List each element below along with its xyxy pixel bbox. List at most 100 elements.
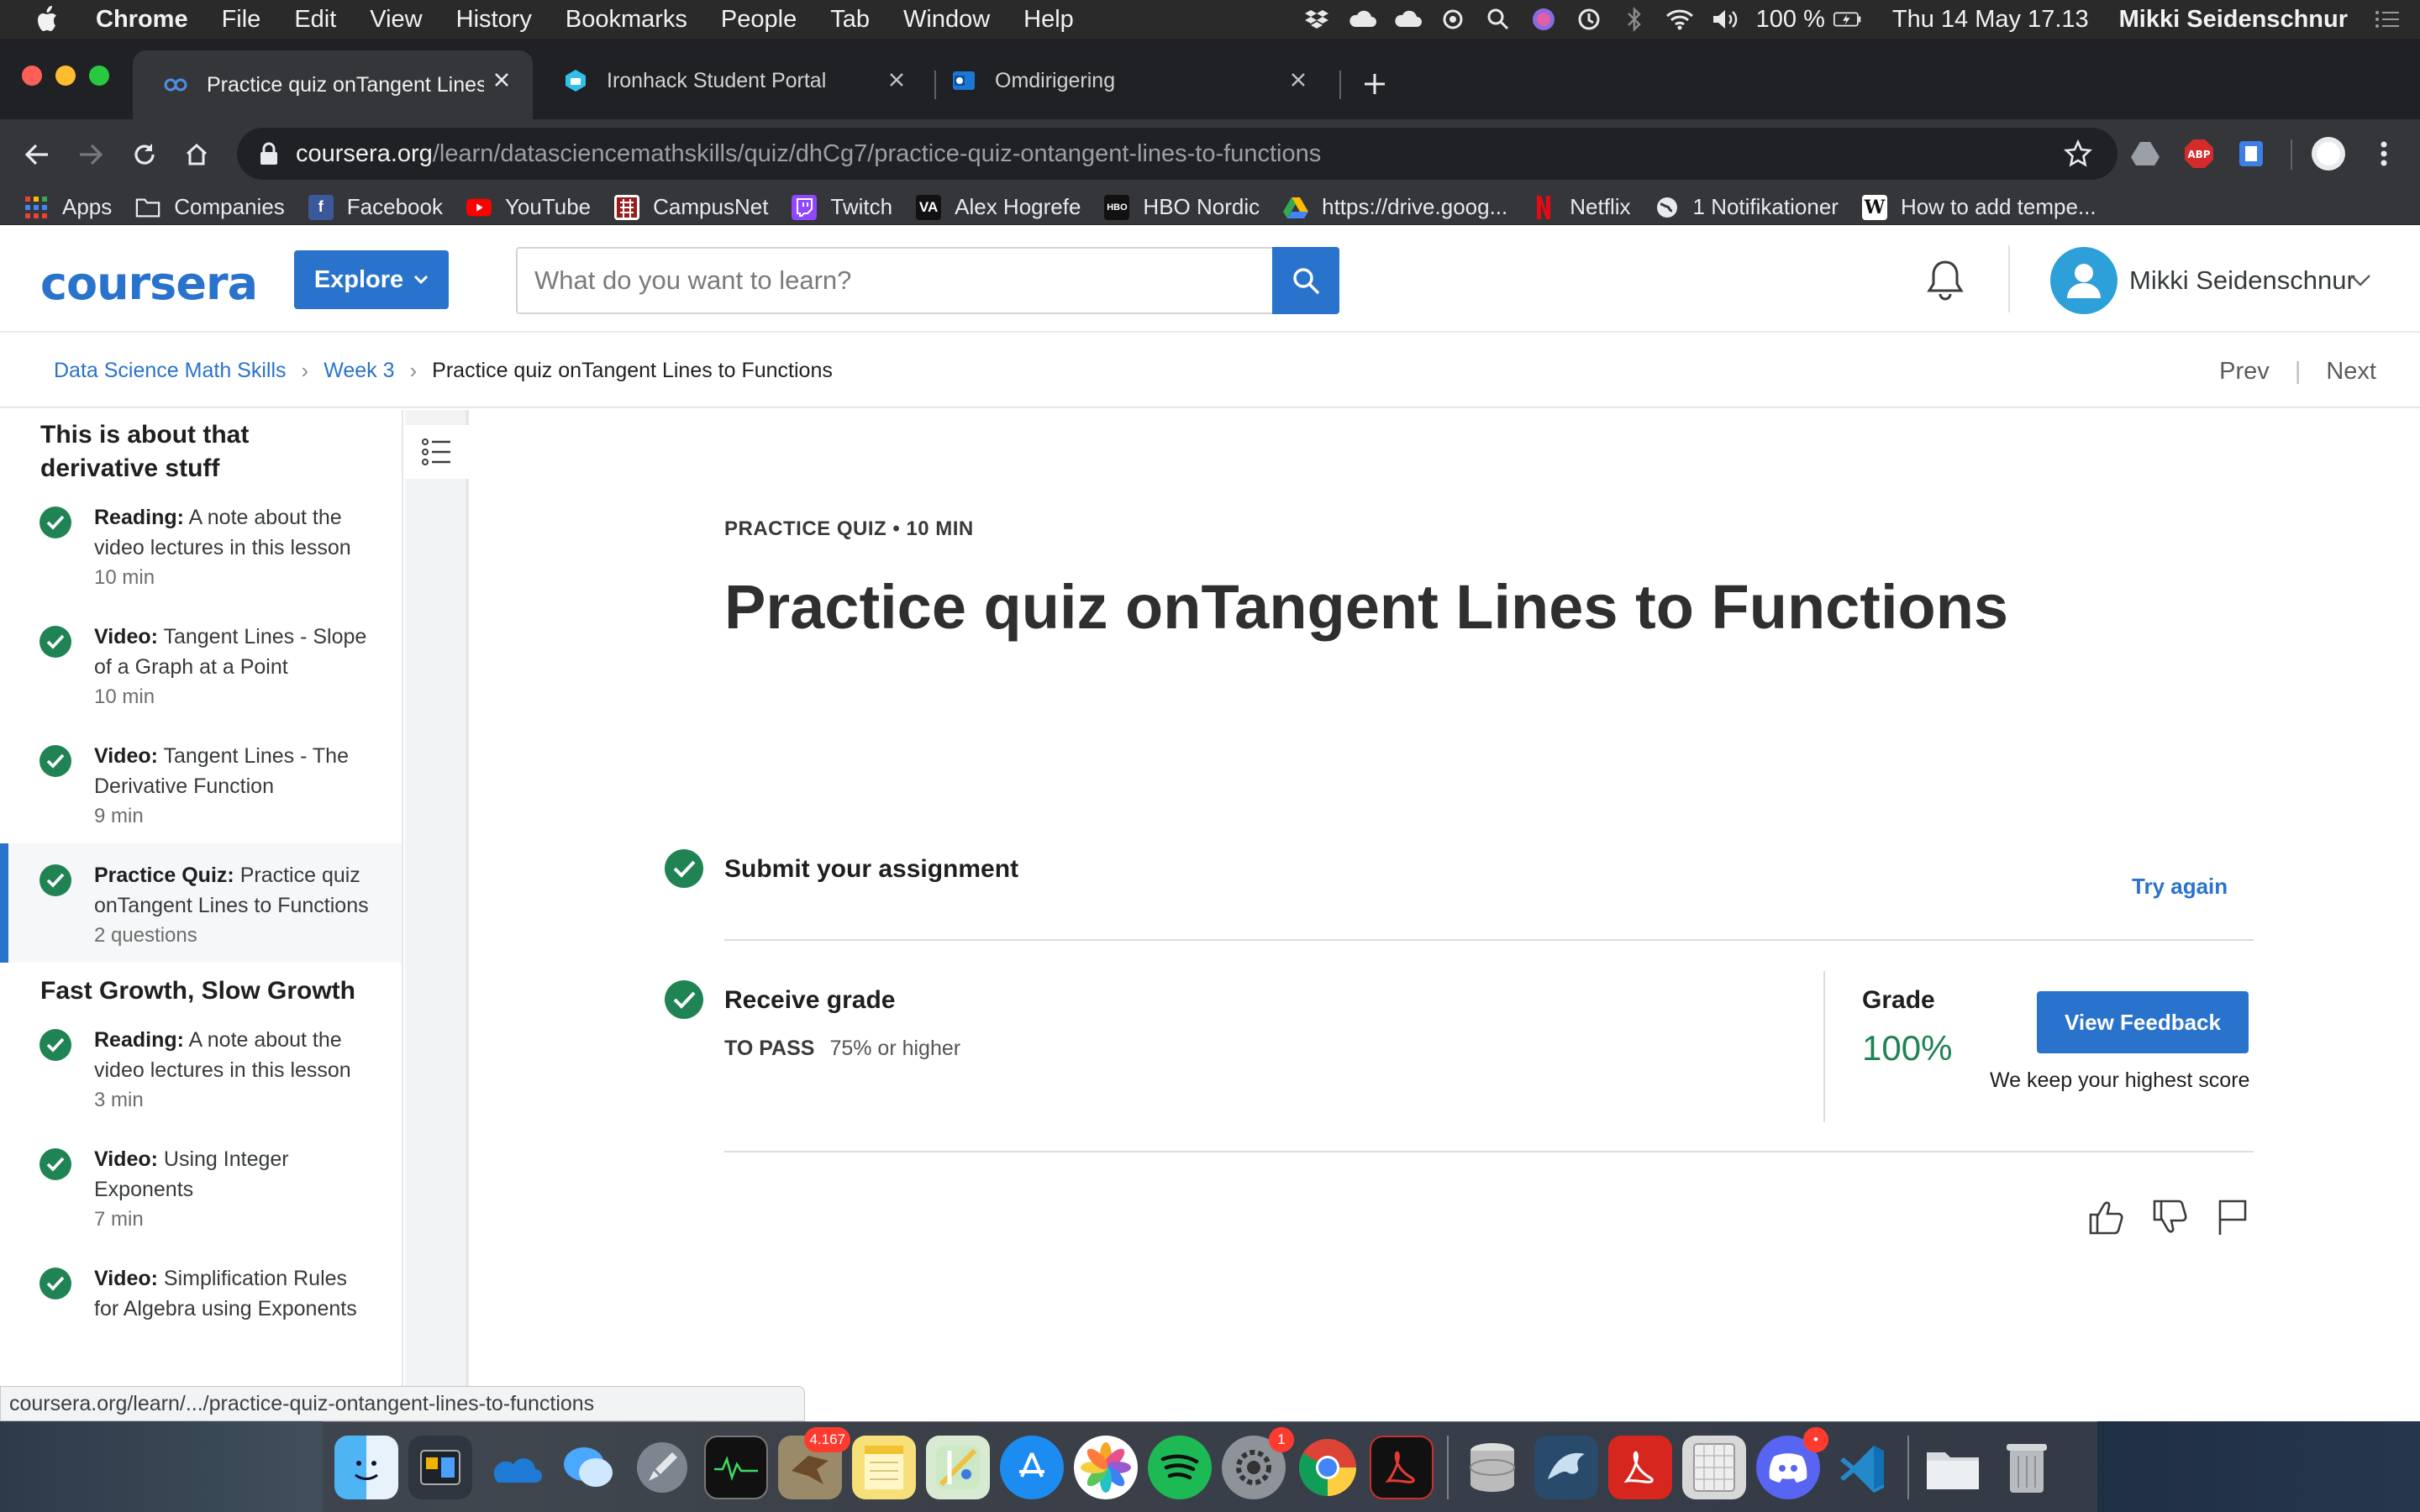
address-bar[interactable]: coursera.org/learn/datasciencemathskills… (237, 128, 2118, 180)
menu-view[interactable]: View (370, 6, 422, 34)
lesson-item[interactable]: Video: Tangent Lines - The Derivative Fu… (0, 724, 402, 843)
window-close-button[interactable] (22, 66, 42, 86)
mysql-workbench-dolphin-icon[interactable] (1534, 1435, 1598, 1499)
downloads-folder-icon[interactable] (1921, 1436, 1985, 1499)
adblock-plus-extension-icon[interactable]: ABP (2181, 136, 2217, 171)
view-feedback-button[interactable]: View Feedback (2037, 991, 2249, 1053)
bookmark-youtube[interactable]: YouTube (466, 194, 591, 220)
reload-icon[interactable] (124, 134, 165, 175)
maps-icon[interactable] (926, 1435, 990, 1499)
breadcrumb-week-link[interactable]: Week 3 (324, 359, 394, 383)
onedrive-cloud-icon[interactable] (1348, 7, 1376, 32)
volume-icon[interactable] (1711, 7, 1739, 32)
bookmark-facebook[interactable]: f Facebook (308, 194, 443, 220)
new-tab-plus-icon[interactable] (1358, 67, 1392, 101)
finder-icon[interactable] (334, 1435, 398, 1499)
lesson-item[interactable]: Reading: A note about the video lectures… (0, 1008, 402, 1127)
tab-omdirigering[interactable]: Omdirigering (934, 50, 1329, 111)
thumbs-up-icon[interactable] (2087, 1198, 2126, 1236)
tab-close-icon[interactable] (489, 67, 514, 92)
bookmark-star-icon[interactable] (2064, 139, 2092, 168)
steelseries-icon[interactable] (1439, 7, 1467, 32)
spotify-icon[interactable] (1148, 1435, 1212, 1499)
calculator-spreadsheet-icon[interactable] (1682, 1435, 1746, 1499)
back-arrow-icon[interactable] (17, 134, 57, 175)
bookmark-hbo-nordic[interactable]: HBO HBO Nordic (1104, 194, 1260, 220)
notes-icon[interactable] (852, 1435, 916, 1499)
spotlight-search-icon[interactable] (1484, 7, 1512, 32)
breadcrumb-course-link[interactable]: Data Science Math Skills (54, 359, 287, 383)
forward-arrow-icon[interactable] (71, 134, 111, 175)
outline-toggle-button[interactable] (405, 425, 469, 479)
menu-app-name[interactable]: Chrome (96, 6, 188, 34)
window-zoom-button[interactable] (89, 66, 109, 86)
next-link[interactable]: Next (2326, 358, 2376, 386)
menu-history[interactable]: History (456, 6, 532, 34)
user-menu-chevron-icon[interactable] (2349, 274, 2371, 287)
try-again-link[interactable]: Try again (2132, 874, 2228, 900)
chrome-menu-kebab-icon[interactable] (2366, 136, 2402, 171)
prev-link[interactable]: Prev (2219, 358, 2270, 386)
lock-icon[interactable] (259, 142, 279, 165)
lesson-item[interactable]: Reading: A note about the video lectures… (0, 486, 402, 605)
bookmark-netflix[interactable]: Netflix (1531, 194, 1631, 220)
flag-icon[interactable] (2213, 1198, 2252, 1236)
photos-icon[interactable] (1074, 1435, 1138, 1499)
chrome-profile-avatar-icon[interactable] (2311, 136, 2346, 171)
explore-button[interactable]: Explore (294, 250, 449, 309)
acrobat-pro-icon[interactable] (1608, 1435, 1672, 1499)
menu-tab[interactable]: Tab (830, 6, 870, 34)
time-machine-icon[interactable] (1575, 7, 1603, 32)
lesson-item[interactable]: Video: Simplification Rules for Algebra … (0, 1247, 402, 1339)
search-input[interactable]: What do you want to learn? (516, 247, 1272, 314)
window-minimize-button[interactable] (55, 66, 76, 86)
google-chrome-icon[interactable] (1296, 1436, 1360, 1499)
tab-close-icon[interactable] (1286, 67, 1311, 92)
trash-icon[interactable] (1995, 1436, 2059, 1499)
lesson-item[interactable]: Video: Using Integer Exponents 7 min (0, 1127, 402, 1247)
bookmark-alex-hogrefe[interactable]: VA Alex Hogrefe (916, 194, 1081, 220)
bluetooth-icon[interactable] (1620, 7, 1649, 32)
google-drive-extension-icon[interactable] (2128, 136, 2163, 171)
menu-bookmarks[interactable]: Bookmarks (566, 6, 687, 34)
bookmark-companies[interactable]: Companies (135, 194, 285, 220)
siri-icon[interactable] (1529, 7, 1558, 32)
bookmark-notifikationer[interactable]: 1 Notifikationer (1655, 194, 1839, 220)
reader-extension-icon[interactable] (2233, 136, 2269, 171)
tab-close-icon[interactable] (884, 67, 909, 92)
dropbox-icon[interactable] (1302, 7, 1331, 32)
app-store-icon[interactable] (1000, 1435, 1064, 1499)
lesson-item-active[interactable]: Practice Quiz: Practice quiz onTangent L… (0, 843, 402, 963)
notification-center-icon[interactable] (2373, 7, 2402, 32)
bookmark-google-drive[interactable]: https://drive.goog... (1283, 194, 1507, 220)
user-avatar[interactable] (2050, 247, 2118, 314)
acrobat-reader-icon[interactable] (1370, 1435, 1434, 1499)
menubar-username[interactable]: Mikki Seidenschnur (2119, 6, 2348, 34)
coursera-logo[interactable]: coursera (40, 257, 258, 310)
notifications-bell-icon[interactable] (1924, 259, 1966, 302)
menu-edit[interactable]: Edit (294, 6, 336, 34)
apple-logo-icon[interactable] (34, 5, 59, 34)
vscode-icon[interactable] (1830, 1436, 1894, 1499)
battery-charging-icon[interactable] (1833, 7, 1862, 32)
activity-dashboard-icon[interactable] (408, 1435, 472, 1499)
bookmark-twitch[interactable]: Twitch (792, 194, 892, 220)
mail-eagle-icon[interactable]: 4.167 (778, 1426, 850, 1499)
thumbs-down-icon[interactable] (2151, 1198, 2190, 1236)
activity-monitor-icon[interactable] (704, 1435, 768, 1499)
wifi-icon[interactable] (1665, 7, 1694, 32)
system-preferences-gear-icon[interactable]: 1 (1222, 1426, 1294, 1499)
discord-icon[interactable]: • (1756, 1426, 1828, 1499)
lesson-item[interactable]: Video: Tangent Lines - Slope of a Graph … (0, 605, 402, 724)
bookmark-campusnet[interactable]: CampusNet (614, 194, 768, 220)
bookmark-apps[interactable]: Apps (24, 194, 112, 220)
icloud-icon[interactable] (1393, 7, 1422, 32)
menu-file[interactable]: File (222, 6, 261, 34)
messages-icon[interactable] (556, 1436, 620, 1499)
menu-window[interactable]: Window (903, 6, 990, 34)
search-button[interactable] (1272, 247, 1339, 314)
menu-people[interactable]: People (721, 6, 797, 34)
tab-ironhack[interactable]: Ironhack Student Portal (533, 50, 928, 111)
menu-help[interactable]: Help (1023, 6, 1074, 34)
launchpad-rocket-icon[interactable] (630, 1436, 694, 1499)
